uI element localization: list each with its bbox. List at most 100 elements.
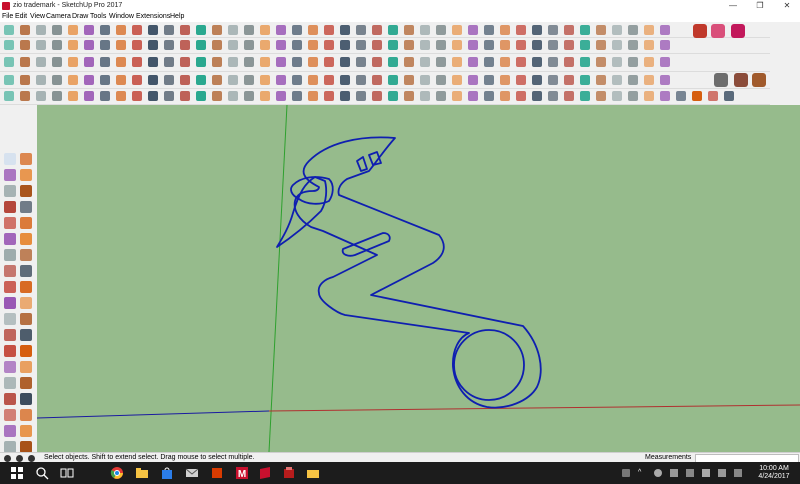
left-tool-icon[interactable] [20,313,32,325]
row1-tool-icon[interactable] [4,25,14,35]
row2-tool-icon[interactable] [196,40,206,50]
warehouse-icon[interactable] [734,73,748,87]
row4-tool-icon[interactable] [548,75,558,85]
row3-tool-icon[interactable] [580,57,590,67]
row3-tool-icon[interactable] [68,57,78,67]
row3-tool-icon[interactable] [628,57,638,67]
row1-tool-icon[interactable] [148,25,158,35]
row4-tool-icon[interactable] [180,75,190,85]
chrome-icon[interactable] [110,466,124,480]
left-tool-icon[interactable] [20,281,32,293]
row2-tool-icon[interactable] [436,40,446,50]
network-icon[interactable] [670,469,678,477]
row5-tool-icon[interactable] [708,91,718,101]
left-tool-icon[interactable] [20,153,32,165]
row5-tool-icon[interactable] [148,91,158,101]
row2-tool-icon[interactable] [500,40,510,50]
row4-tool-icon[interactable] [484,75,494,85]
row2-tool-icon[interactable] [468,40,478,50]
row5-tool-icon[interactable] [132,91,142,101]
row4-tool-icon[interactable] [564,75,574,85]
store-icon[interactable] [160,466,174,480]
row1-tool-icon[interactable] [52,25,62,35]
mcafee-icon[interactable]: M [235,466,249,480]
row2-tool-icon[interactable] [324,40,334,50]
row1-tool-icon[interactable] [228,25,238,35]
row2-tool-icon[interactable] [340,40,350,50]
row5-tool-icon[interactable] [692,91,702,101]
row1-tool-icon[interactable] [484,25,494,35]
row2-tool-icon[interactable] [276,40,286,50]
row3-tool-icon[interactable] [644,57,654,67]
menu-file[interactable]: File [2,13,13,20]
row2-tool-icon[interactable] [116,40,126,50]
row2-tool-icon[interactable] [180,40,190,50]
model-viewport[interactable] [37,105,800,452]
row5-tool-icon[interactable] [308,91,318,101]
row5-tool-icon[interactable] [356,91,366,101]
battery-icon[interactable] [654,469,662,477]
row2-tool-icon[interactable] [100,40,110,50]
row5-tool-icon[interactable] [420,91,430,101]
row4-tool-icon[interactable] [324,75,334,85]
row5-tool-icon[interactable] [212,91,222,101]
menu-help[interactable]: Help [170,13,184,20]
row3-tool-icon[interactable] [36,57,46,67]
row2-tool-icon[interactable] [404,40,414,50]
minimize-button[interactable]: — [720,0,746,12]
row1-tool-icon[interactable] [660,25,670,35]
row5-tool-icon[interactable] [260,91,270,101]
row2-tool-icon[interactable] [516,40,526,50]
row2-tool-icon[interactable] [548,40,558,50]
row2-tool-icon[interactable] [580,40,590,50]
row2-tool-icon[interactable] [148,40,158,50]
row1-tool-icon[interactable] [100,25,110,35]
row2-tool-icon[interactable] [532,40,542,50]
left-tool-icon[interactable] [4,313,16,325]
row5-tool-icon[interactable] [500,91,510,101]
row5-tool-icon[interactable] [596,91,606,101]
row3-tool-icon[interactable] [532,57,542,67]
row4-tool-icon[interactable] [148,75,158,85]
row2-tool-icon[interactable] [68,40,78,50]
row1-tool-icon[interactable] [420,25,430,35]
row1-tool-icon[interactable] [500,25,510,35]
row1-tool-icon[interactable] [356,25,366,35]
row4-tool-icon[interactable] [516,75,526,85]
row2-tool-icon[interactable] [356,40,366,50]
row2-tool-icon[interactable] [292,40,302,50]
row3-tool-icon[interactable] [212,57,222,67]
row4-tool-icon[interactable] [388,75,398,85]
row5-tool-icon[interactable] [452,91,462,101]
left-tool-icon[interactable] [20,377,32,389]
row3-tool-icon[interactable] [548,57,558,67]
row3-tool-icon[interactable] [292,57,302,67]
row4-tool-icon[interactable] [228,75,238,85]
row3-tool-icon[interactable] [276,57,286,67]
row5-tool-icon[interactable] [468,91,478,101]
row5-tool-icon[interactable] [660,91,670,101]
row1-tool-icon[interactable] [244,25,254,35]
row3-tool-icon[interactable] [452,57,462,67]
left-tool-icon[interactable] [4,185,16,197]
row4-tool-icon[interactable] [84,75,94,85]
row5-tool-icon[interactable] [68,91,78,101]
row1-tool-icon[interactable] [36,25,46,35]
row1-tool-icon[interactable] [276,25,286,35]
row1-tool-icon[interactable] [436,25,446,35]
folder-icon[interactable] [306,466,320,480]
row3-tool-icon[interactable] [468,57,478,67]
row3-tool-icon[interactable] [308,57,318,67]
row5-tool-icon[interactable] [436,91,446,101]
row5-tool-icon[interactable] [388,91,398,101]
row1-tool-icon[interactable] [580,25,590,35]
row1-tool-icon[interactable] [644,25,654,35]
row1-tool-icon[interactable] [516,25,526,35]
menu-camera[interactable]: Camera [46,13,71,20]
wifi-icon[interactable] [686,469,694,477]
row3-tool-icon[interactable] [404,57,414,67]
row3-tool-icon[interactable] [260,57,270,67]
row2-tool-icon[interactable] [132,40,142,50]
row3-tool-icon[interactable] [84,57,94,67]
row3-tool-icon[interactable] [500,57,510,67]
